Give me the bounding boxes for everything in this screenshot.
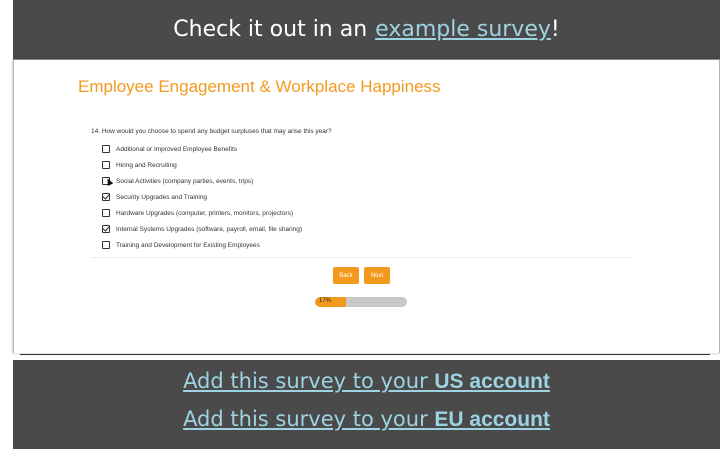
option-social-activities[interactable]: Social Activities (company parties, even…	[102, 173, 302, 189]
bottom-banner: Add this survey to your US account Add t…	[13, 360, 720, 449]
example-survey-link[interactable]: example survey	[375, 17, 551, 42]
option-internal-systems[interactable]: Internal Systems Upgrades (software, pay…	[102, 221, 302, 237]
back-button[interactable]: Back	[333, 267, 359, 284]
option-label: Hiring and Recruiting	[116, 161, 177, 169]
question-text: 14. How would you choose to spend any bu…	[91, 128, 332, 135]
progress-bar: 17%	[315, 297, 407, 307]
option-training-development[interactable]: Training and Development for Existing Em…	[102, 237, 302, 253]
top-banner: Check it out in an example survey!	[13, 0, 720, 59]
option-label: Social Activities (company parties, even…	[116, 177, 254, 185]
checkbox-checked[interactable]	[102, 225, 110, 233]
add-us-account-line: Add this survey to your US account	[13, 369, 720, 394]
option-hardware-upgrades[interactable]: Hardware Upgrades (computer, printers, m…	[102, 205, 302, 221]
checkbox-checked[interactable]	[102, 193, 110, 201]
divider	[91, 257, 631, 258]
option-label: Training and Development for Existing Em…	[116, 241, 260, 249]
next-button[interactable]: Next	[364, 267, 390, 284]
checkbox[interactable]	[102, 161, 110, 169]
frame-divider	[20, 354, 710, 355]
progress-label: 17%	[319, 298, 332, 304]
options-list: Additional or Improved Employee Benefits…	[102, 141, 302, 253]
checkbox[interactable]	[102, 241, 110, 249]
checkbox[interactable]	[102, 145, 110, 153]
option-employee-benefits[interactable]: Additional or Improved Employee Benefits	[102, 141, 302, 157]
option-label: Hardware Upgrades (computer, printers, m…	[116, 209, 294, 217]
option-label: Security Upgrades and Training	[116, 193, 208, 201]
option-security-upgrades[interactable]: Security Upgrades and Training	[102, 189, 302, 205]
add-us-account-link[interactable]: Add this survey to your US account	[183, 369, 550, 393]
add-eu-account-line: Add this survey to your EU account	[13, 407, 720, 432]
option-hiring[interactable]: Hiring and Recruiting	[102, 157, 302, 173]
checkbox[interactable]	[102, 209, 110, 217]
top-banner-text: Check it out in an	[173, 17, 368, 42]
option-label: Additional or Improved Employee Benefits	[116, 145, 238, 153]
add-eu-account-link[interactable]: Add this survey to your EU account	[183, 407, 550, 431]
option-label: Internal Systems Upgrades (software, pay…	[116, 225, 303, 233]
survey-title: Employee Engagement & Workplace Happines…	[78, 77, 441, 96]
top-banner-suffix: !	[550, 17, 560, 42]
